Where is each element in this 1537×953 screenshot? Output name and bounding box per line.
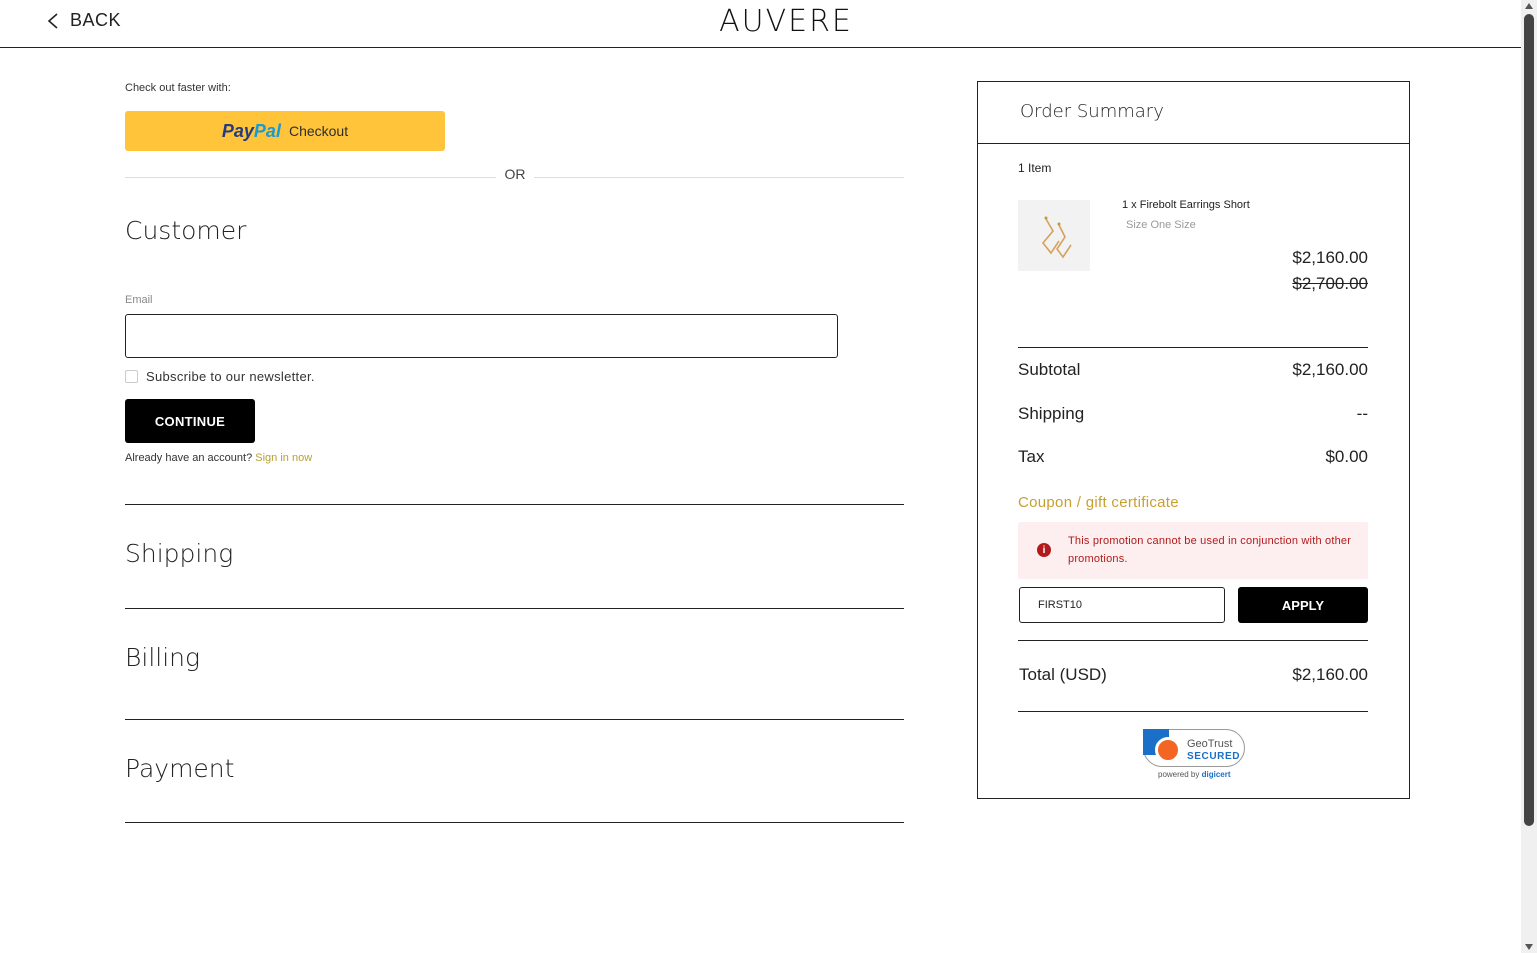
paypal-checkout-button[interactable]: Pay Pal Checkout <box>125 111 445 151</box>
error-icon: i <box>1037 543 1051 557</box>
account-prompt-text: Already have an account? <box>125 452 253 464</box>
coupon-toggle-link[interactable]: Coupon / gift certificate <box>1018 494 1179 511</box>
section-divider <box>125 608 904 609</box>
shipping-section-title[interactable]: Shipping <box>125 539 233 568</box>
section-divider <box>125 504 904 505</box>
sign-in-link[interactable]: Sign in now <box>255 452 312 464</box>
newsletter-label: Subscribe to our newsletter. <box>146 369 315 384</box>
subtotal-value: $2,160.00 <box>1292 360 1368 379</box>
geotrust-logo-icon <box>1155 737 1181 763</box>
tax-value: $0.00 <box>1325 447 1368 466</box>
header: BACK AUVERE <box>0 0 1521 48</box>
powered-by-text: powered by <box>1158 770 1200 779</box>
billing-section-title[interactable]: Billing <box>125 643 200 672</box>
coupon-code-input[interactable] <box>1019 587 1225 623</box>
earrings-image-icon <box>1041 216 1072 258</box>
product-size: Size One Size <box>1126 219 1196 231</box>
paypal-logo-pay: Pay <box>221 120 254 141</box>
coupon-error-alert: i This promotion cannot be used in conju… <box>1018 522 1368 579</box>
geotrust-secured: SECURED <box>1187 751 1241 762</box>
newsletter-option[interactable]: Subscribe to our newsletter. <box>125 369 315 384</box>
scrollbar-thumb[interactable] <box>1524 14 1534 826</box>
summary-divider <box>1018 711 1368 712</box>
geotrust-name: GeoTrust <box>1187 738 1233 750</box>
coupon-error-message: This promotion cannot be used in conjunc… <box>1068 535 1352 565</box>
express-checkout-prompt: Check out faster with: <box>125 82 231 94</box>
section-divider <box>125 822 904 823</box>
continue-button[interactable]: CONTINUE <box>125 399 255 443</box>
customer-section-title: Customer <box>125 216 247 245</box>
item-count: 1 Item <box>1018 161 1052 175</box>
product-original-price: $2,700.00 <box>1292 274 1368 293</box>
summary-divider <box>1018 640 1368 641</box>
product-thumbnail <box>1018 200 1090 271</box>
newsletter-checkbox[interactable] <box>125 370 138 383</box>
paypal-checkout-label: Checkout <box>288 123 349 139</box>
total-label: Total (USD) <box>1019 665 1107 684</box>
email-label: Email <box>125 294 153 306</box>
apply-coupon-button[interactable]: APPLY <box>1238 587 1368 623</box>
brand-logo[interactable]: AUVERE <box>0 4 1537 39</box>
or-divider-text: OR <box>496 166 534 182</box>
order-summary-title: Order Summary <box>1020 101 1164 122</box>
summary-divider <box>1018 347 1368 348</box>
page-scrollbar[interactable] <box>1521 0 1537 953</box>
total-value: $2,160.00 <box>1292 665 1368 684</box>
scroll-up-icon[interactable] <box>1525 3 1533 9</box>
sign-in-prompt: Already have an account? Sign in now <box>125 452 312 464</box>
section-divider <box>125 719 904 720</box>
order-summary-panel: Order Summary 1 Item 1 x Firebolt Earrin… <box>977 81 1410 799</box>
payment-section-title[interactable]: Payment <box>125 754 234 783</box>
paypal-logo-pal: Pal <box>253 120 281 141</box>
email-field[interactable] <box>125 314 838 358</box>
tax-label: Tax <box>1018 447 1045 466</box>
shipping-label: Shipping <box>1018 404 1085 423</box>
scroll-down-icon[interactable] <box>1525 944 1533 950</box>
geotrust-powered-by: powered by digicert <box>1158 770 1231 779</box>
order-summary-header: Order Summary <box>978 82 1409 144</box>
product-name: 1 x Firebolt Earrings Short <box>1122 199 1250 211</box>
shipping-value: -- <box>1356 404 1368 423</box>
digicert-brand: digicert <box>1201 770 1231 779</box>
geotrust-seal[interactable]: GeoTrust SECURED powered by digicert <box>1143 729 1245 784</box>
subtotal-label: Subtotal <box>1018 360 1081 379</box>
product-price: $2,160.00 <box>1292 248 1368 267</box>
